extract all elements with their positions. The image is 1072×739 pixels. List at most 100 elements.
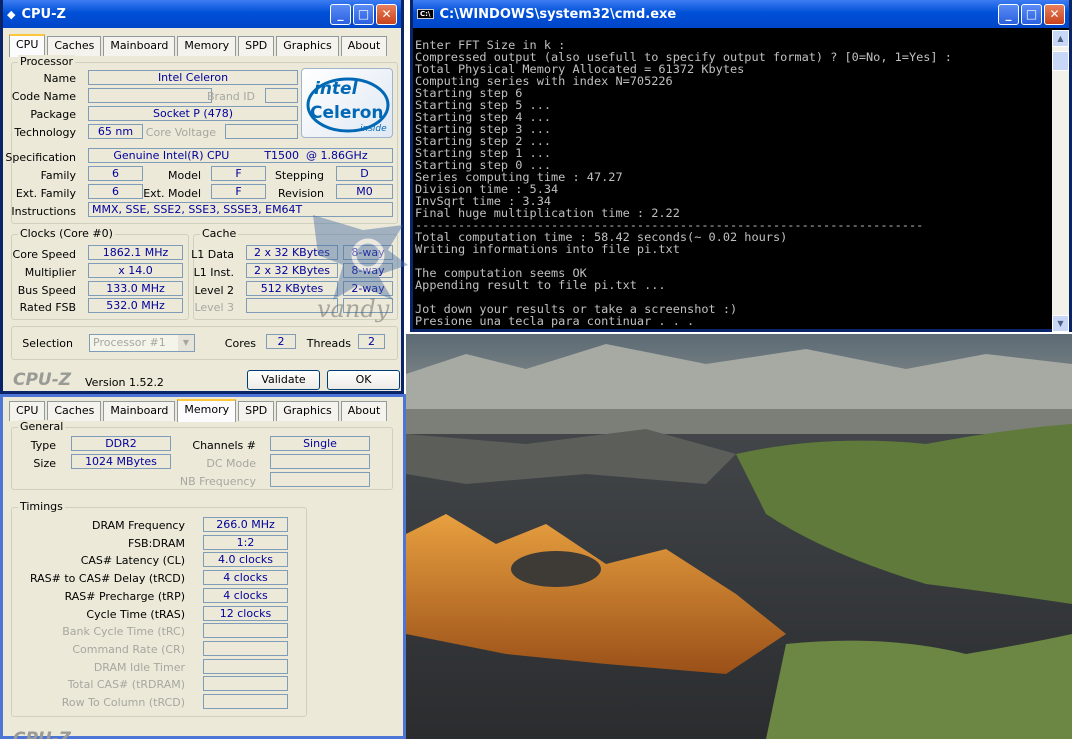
tab-mainboard[interactable]: Mainboard (103, 401, 176, 421)
family-label: Family (40, 169, 76, 182)
tab-about[interactable]: About (340, 36, 388, 56)
tab-mainboard[interactable]: Mainboard (103, 36, 176, 56)
tab-spd[interactable]: SPD (238, 401, 275, 421)
revision-label: Revision (278, 187, 324, 200)
tab-graphics[interactable]: Graphics (276, 401, 339, 421)
timing-label: RAS# to CAS# Delay (tRCD) (29, 572, 185, 586)
scroll-down-icon[interactable]: ▼ (1052, 315, 1069, 332)
processor-group-title: Processor (18, 55, 75, 68)
l1data-way: 8-way (343, 245, 393, 260)
corevoltage-value (225, 124, 298, 139)
brandid-value (265, 88, 298, 103)
tab-cpu[interactable]: CPU (9, 34, 46, 57)
scroll-thumb[interactable] (1052, 51, 1069, 71)
tab-caches[interactable]: Caches (47, 36, 102, 56)
wallpaper-lake-image (406, 334, 1072, 739)
timing-value: 12 clocks (203, 605, 288, 621)
logo-brand: intel (314, 79, 358, 99)
clocks-group-title: Clocks (Core #0) (18, 227, 115, 240)
ratedfsb-value: 532.0 MHz (88, 298, 183, 313)
cores-label: Cores (224, 337, 256, 350)
model-label: Model (167, 169, 201, 182)
technology-label: Technology (14, 126, 76, 139)
level2-value: 512 KBytes (246, 281, 338, 296)
level3-way (343, 298, 393, 313)
instructions-label: Instructions (11, 205, 76, 218)
tab-caches[interactable]: Caches (47, 401, 102, 421)
ok-button[interactable]: OK (327, 370, 400, 390)
l1inst-label: L1 Inst. (193, 266, 234, 279)
maximize-icon[interactable]: □ (353, 3, 374, 25)
extmodel-label: Ext. Model (143, 187, 201, 200)
timings-group-title: Timings (18, 500, 65, 513)
validate-button[interactable]: Validate (247, 370, 320, 390)
cpuz-app-icon: ◆ (7, 7, 16, 21)
dcmode-label: DC Mode (206, 457, 256, 470)
spec-value: Genuine Intel(R) CPU T1500 @ 1.86GHz (88, 148, 393, 163)
close-icon[interactable]: ✕ (1044, 3, 1065, 25)
brandid-label: Brand ID (207, 90, 255, 103)
tab-about[interactable]: About (340, 401, 388, 421)
l1data-label: L1 Data (191, 248, 234, 261)
nbfreq-label: NB Frequency (179, 475, 256, 488)
tab-graphics[interactable]: Graphics (276, 36, 339, 56)
console-line: Appending result to file pi.txt ... (415, 278, 666, 292)
stepping-value: D (336, 166, 393, 181)
l1data-value: 2 x 32 KBytes (246, 245, 338, 260)
close-icon[interactable]: ✕ (376, 3, 397, 25)
cpuz-memory-window: CPU Caches Mainboard Memory SPD Graphics… (0, 394, 406, 739)
cache-group-title: Cache (200, 227, 239, 240)
minimize-icon[interactable]: _ (998, 3, 1019, 25)
dcmode-value (270, 454, 370, 469)
timing-value: 4 clocks (203, 570, 288, 586)
name-label: Name (43, 72, 76, 85)
tab-memory[interactable]: Memory (177, 36, 237, 56)
cmd-app-icon: C:\ (417, 9, 434, 19)
timing-value: 4 clocks (203, 587, 288, 603)
logo-tag: inside (360, 124, 387, 134)
logo-product: Celeron (310, 103, 384, 123)
level3-value (246, 298, 338, 313)
nbfreq-value (270, 472, 370, 487)
package-label: Package (30, 108, 76, 121)
timing-label: DRAM Frequency (91, 519, 185, 532)
threads-label: Threads (306, 337, 351, 350)
codename-label: Code Name (11, 90, 76, 103)
cmd-scrollbar[interactable]: ▲ ▼ (1052, 30, 1069, 332)
timing-label: RAS# Precharge (tRP) (64, 589, 185, 603)
minimize-icon[interactable]: _ (330, 3, 351, 25)
cmd-titlebar[interactable]: C:\ C:\WINDOWS\system32\cmd.exe _ □ ✕ (413, 0, 1069, 28)
spec-label: Specification (5, 151, 76, 164)
selection-label: Selection (22, 337, 73, 350)
cpuz-tabs: CPU Caches Mainboard Memory SPD Graphics… (3, 28, 401, 57)
console-output[interactable]: Enter FFT Size in k : Compressed output (… (415, 39, 1055, 327)
corespeed-value: 1862.1 MHz (88, 245, 183, 260)
timing-disabled-label: Bank Cycle Time (tRC) (62, 625, 185, 639)
chevron-down-icon[interactable]: ▼ (178, 335, 194, 351)
cmd-title: C:\WINDOWS\system32\cmd.exe (439, 6, 677, 22)
timing-value: 266.0 MHz (203, 517, 288, 532)
name-value: Intel Celeron (88, 70, 298, 85)
cpuz-titlebar[interactable]: ◆ CPU-Z _ □ ✕ (3, 0, 401, 28)
cmd-window: C:\ C:\WINDOWS\system32\cmd.exe _ □ ✕ En… (410, 0, 1072, 332)
timing-disabled-label: Row To Column (tRCD) (61, 696, 185, 709)
stepping-label: Stepping (274, 169, 324, 182)
tab-cpu[interactable]: CPU (9, 401, 46, 421)
tab-memory[interactable]: Memory (177, 399, 237, 422)
timing-disabled-value (203, 658, 288, 674)
cpuz-cpu-window: ◆ CPU-Z _ □ ✕ CPU Caches Mainboard Memor… (0, 0, 408, 394)
maximize-icon[interactable]: □ (1021, 3, 1042, 25)
extmodel-value: F (211, 184, 266, 199)
threads-value: 2 (358, 334, 385, 349)
multiplier-label: Multiplier (24, 266, 76, 279)
desktop-wallpaper (406, 334, 1072, 739)
timing-disabled-value (203, 640, 288, 656)
tab-spd[interactable]: SPD (238, 36, 275, 56)
scroll-up-icon[interactable]: ▲ (1052, 30, 1069, 47)
multiplier-value: x 14.0 (88, 263, 183, 278)
package-value: Socket P (478) (88, 106, 298, 121)
technology-value: 65 nm (88, 124, 143, 139)
cpuz-memory-footer-logo: CPU-Z (13, 731, 71, 739)
channels-label: Channels # (192, 439, 256, 452)
busspeed-label: Bus Speed (17, 284, 76, 297)
